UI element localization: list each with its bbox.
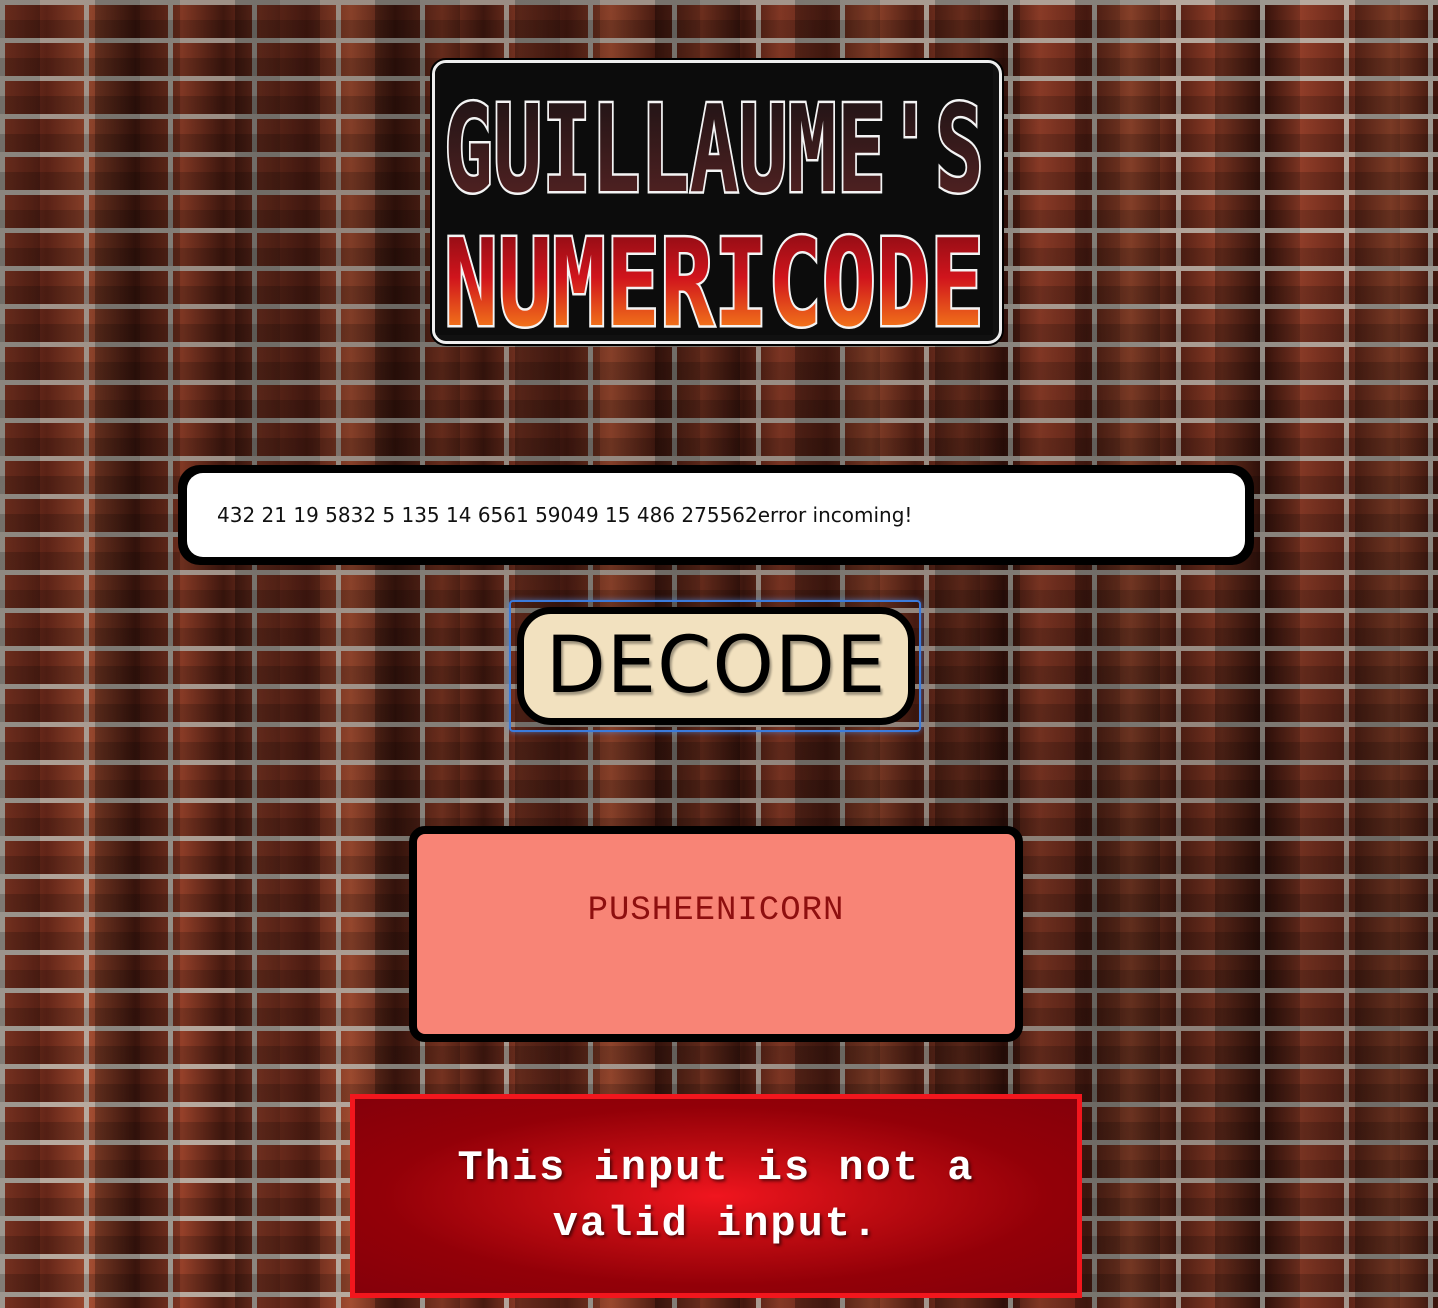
app-logo: GUILLAUME'S NUMERICODE bbox=[432, 60, 1002, 344]
result-panel: PUSHEENICORN bbox=[409, 826, 1023, 1042]
code-input-frame bbox=[178, 465, 1254, 565]
code-input[interactable] bbox=[187, 473, 1245, 557]
decode-button[interactable]: DECODE bbox=[517, 607, 915, 725]
error-message: This input is not a valid input. bbox=[457, 1144, 975, 1248]
logo-line-2: NUMERICODE bbox=[444, 215, 984, 335]
decoded-result-text: PUSHEENICORN bbox=[587, 892, 845, 930]
error-panel: This input is not a valid input. bbox=[350, 1094, 1082, 1298]
logo-line-1: GUILLAUME'S bbox=[444, 81, 984, 220]
